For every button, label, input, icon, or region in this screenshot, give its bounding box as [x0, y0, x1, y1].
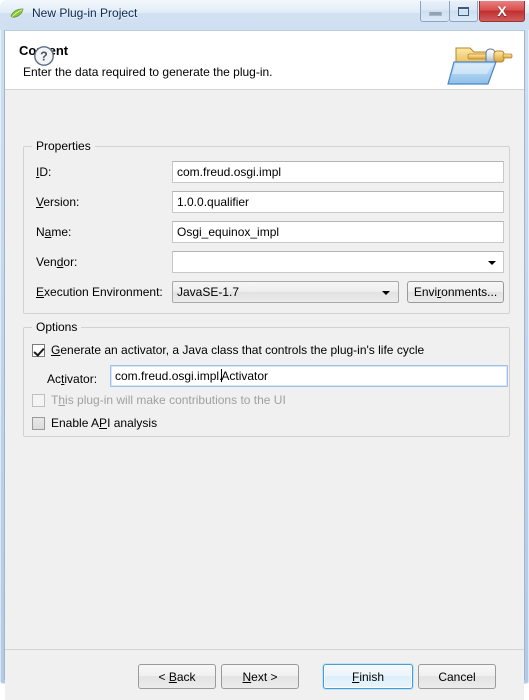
- plugin-wizard-icon: [447, 47, 513, 85]
- generate-activator-checkbox[interactable]: Generate an activator, a Java class that…: [32, 343, 424, 357]
- title-bar[interactable]: New Plug-in Project X: [0, 0, 529, 30]
- vendor-label: Vendor:: [36, 255, 78, 269]
- svg-text:?: ?: [40, 50, 48, 64]
- activator-value-after-caret: Activator: [221, 369, 269, 383]
- properties-group: Properties ID: com.freud.osgi.impl Versi…: [23, 139, 510, 314]
- field-row-vendor: Vendor:: [24, 251, 509, 273]
- vendor-combo[interactable]: [172, 251, 504, 273]
- id-input[interactable]: com.freud.osgi.impl: [172, 161, 504, 183]
- maximize-icon: [458, 6, 469, 16]
- chevron-down-icon: [488, 261, 496, 265]
- back-button[interactable]: < Back: [138, 664, 216, 689]
- version-input[interactable]: 1.0.0.qualifier: [172, 191, 504, 213]
- activator-value-before-caret: com.freud.osgi.impl.: [115, 369, 223, 383]
- field-row-id: ID: com.freud.osgi.impl: [24, 161, 509, 183]
- execution-environment-combo[interactable]: JavaSE-1.7: [172, 281, 399, 303]
- cancel-button-label: Cancel: [438, 669, 476, 684]
- name-input[interactable]: Osgi_equinox_impl: [172, 221, 504, 243]
- field-row-execution-environment: Execution Environment: JavaSE-1.7 Enviro…: [24, 281, 509, 303]
- title-bar-left: New Plug-in Project: [9, 5, 137, 21]
- eclipse-leaf-icon: [10, 8, 24, 18]
- minimize-button[interactable]: [420, 1, 449, 22]
- close-button[interactable]: X: [479, 1, 525, 22]
- page-description: Enter the data required to generate the …: [23, 65, 273, 79]
- api-analysis-label: Enable API analysis: [51, 416, 158, 430]
- window-title: New Plug-in Project: [32, 6, 138, 20]
- close-icon: X: [497, 3, 507, 19]
- cancel-button[interactable]: Cancel: [418, 664, 496, 689]
- ui-contributions-checkbox: This plug-in will make contributions to …: [32, 393, 286, 407]
- next-button[interactable]: Next >: [221, 664, 299, 689]
- options-group-label: Options: [32, 320, 82, 334]
- chevron-down-icon: [382, 291, 390, 295]
- id-label: ID:: [36, 165, 52, 179]
- execution-environment-value: JavaSE-1.7: [177, 285, 240, 299]
- window-controls: X: [420, 1, 525, 23]
- environments-button[interactable]: Environments...: [407, 281, 504, 303]
- activator-label: Activator:: [47, 372, 98, 386]
- checkbox-unchecked-disabled-icon: [32, 393, 45, 407]
- back-button-label: < Back: [158, 669, 196, 684]
- maximize-button[interactable]: [449, 1, 478, 22]
- dialog-client-area: Content Enter the data required to gener…: [4, 30, 525, 700]
- version-label: Version:: [36, 195, 80, 209]
- minimize-icon: [428, 12, 442, 16]
- checkbox-checked-icon: [32, 343, 45, 357]
- dialog-window: New Plug-in Project X Content Enter the …: [0, 0, 529, 700]
- activator-input[interactable]: com.freud.osgi.impl.Activator: [110, 365, 508, 387]
- field-row-name: Name: Osgi_equinox_impl: [24, 221, 509, 243]
- finish-button-label: Finish: [351, 669, 385, 684]
- name-label: Name:: [36, 225, 72, 239]
- help-icon[interactable]: ?: [33, 45, 55, 67]
- ui-contributions-label: This plug-in will make contributions to …: [51, 393, 286, 407]
- generate-activator-label: Generate an activator, a Java class that…: [51, 343, 425, 357]
- environments-button-label: Environments...: [413, 285, 498, 299]
- wizard-header: Content Enter the data required to gener…: [5, 31, 524, 90]
- execution-environment-label: Execution Environment:: [36, 285, 163, 299]
- api-analysis-checkbox[interactable]: Enable API analysis: [32, 416, 157, 430]
- finish-button[interactable]: Finish: [323, 664, 413, 689]
- field-row-version: Version: 1.0.0.qualifier: [24, 191, 509, 213]
- properties-group-label: Properties: [32, 139, 95, 153]
- next-button-label: Next >: [242, 669, 278, 684]
- checkbox-unchecked-icon: [32, 416, 45, 430]
